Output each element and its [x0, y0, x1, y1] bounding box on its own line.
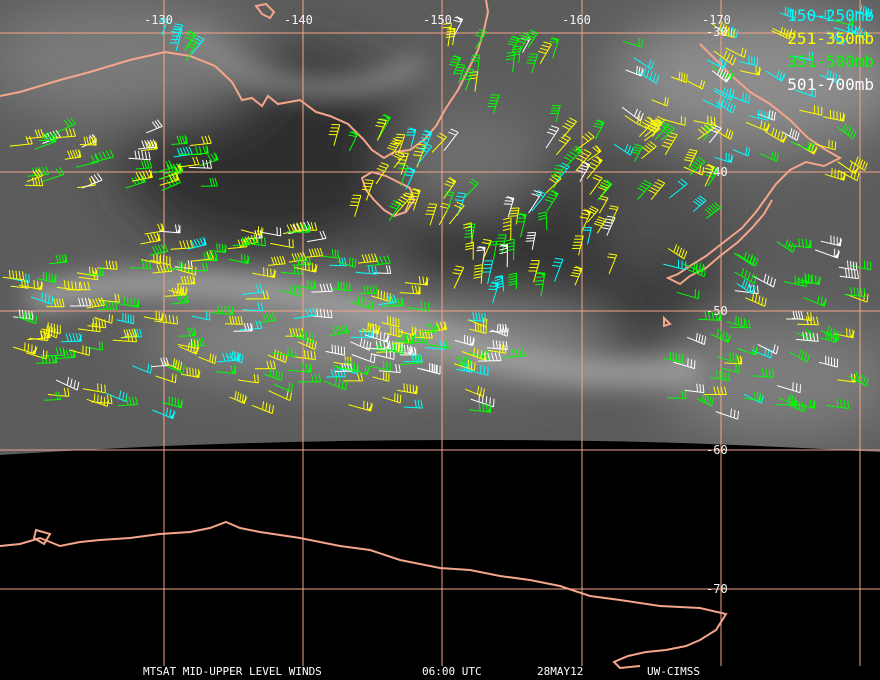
map-canvas [0, 0, 880, 670]
lat-label-70: -70 [706, 582, 728, 596]
coastline [0, 520, 728, 670]
footer-date: 28MAY12 [537, 665, 584, 678]
lon-label-130: -130 [144, 13, 173, 27]
lat-label-50: -50 [706, 304, 728, 318]
product-footer: MTSAT MID-UPPER LEVEL WINDS 06:00 UTC 28… [0, 666, 880, 678]
lon-label-150: -150 [423, 13, 452, 27]
legend-251-350: 251-350mb [787, 29, 874, 48]
legend-351-500: 351-500mb [787, 52, 874, 71]
footer-product: MTSAT MID-UPPER LEVEL WINDS [143, 665, 322, 678]
water-vapor-imagery [0, 0, 880, 455]
legend-150-250: 150-250mb [787, 6, 874, 25]
legend-501-700: 501-700mb [787, 75, 874, 94]
footer-source: UW-CIMSS [647, 665, 700, 678]
lon-label-160: -160 [562, 13, 591, 27]
lat-label-60: -60 [706, 443, 728, 457]
lat-label-30: -30 [706, 25, 728, 39]
lon-label-140: -140 [284, 13, 313, 27]
lat-label-40: -40 [706, 165, 728, 179]
satellite-wind-map: -130 -140 -150 -160 -170 -30 -40 -50 -60… [0, 0, 880, 680]
pressure-legend: 150-250mb 251-350mb 351-500mb 501-700mb [787, 4, 874, 96]
footer-time: 06:00 UTC [422, 665, 482, 678]
